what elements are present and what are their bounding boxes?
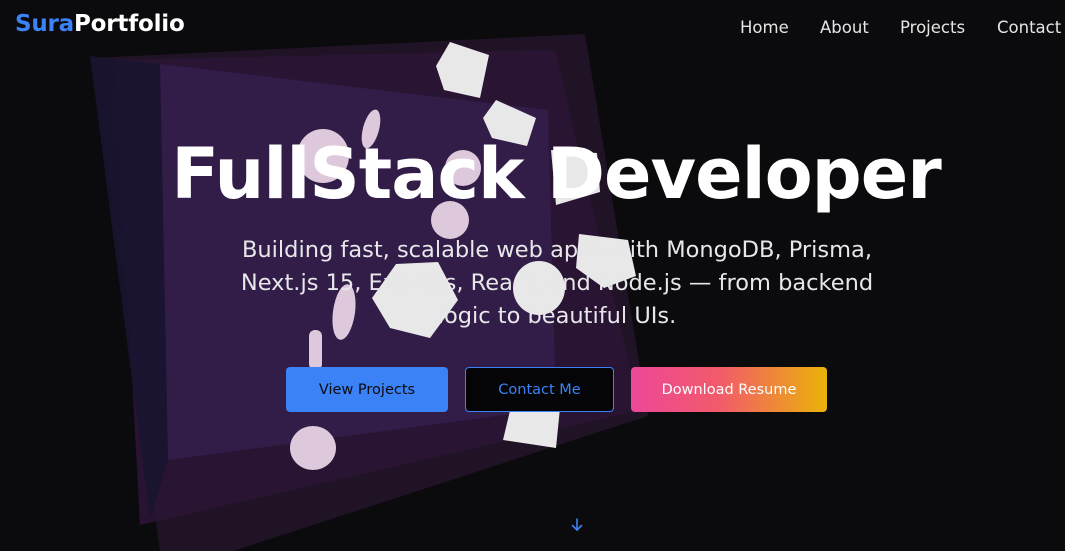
nav-link-home[interactable]: Home xyxy=(740,18,789,37)
bg-panel-left xyxy=(90,56,168,520)
logo-main-text: Portfolio xyxy=(74,11,185,37)
contact-me-button[interactable]: Contact Me xyxy=(465,367,614,412)
floating-capsule-shape xyxy=(309,330,322,370)
hero-subtitle: Building fast, scalable web apps with Mo… xyxy=(240,237,874,329)
site-logo[interactable]: SuraPortfolio xyxy=(15,11,185,37)
portfolio-page: SuraPortfolio Home About Projects Contac… xyxy=(0,0,1065,551)
floating-circle-shape xyxy=(290,426,336,470)
arrow-down-icon[interactable] xyxy=(569,517,585,533)
hero-title: FullStack Developer xyxy=(171,133,942,215)
view-projects-button[interactable]: View Projects xyxy=(286,367,448,412)
nav-link-projects[interactable]: Projects xyxy=(900,18,965,37)
download-resume-button[interactable]: Download Resume xyxy=(631,367,827,412)
logo-accent-text: Sura xyxy=(15,11,75,37)
top-navbar: SuraPortfolio Home About Projects Contac… xyxy=(0,0,1065,56)
nav-link-contact[interactable]: Contact xyxy=(997,18,1061,37)
nav-link-about[interactable]: About xyxy=(820,18,869,37)
